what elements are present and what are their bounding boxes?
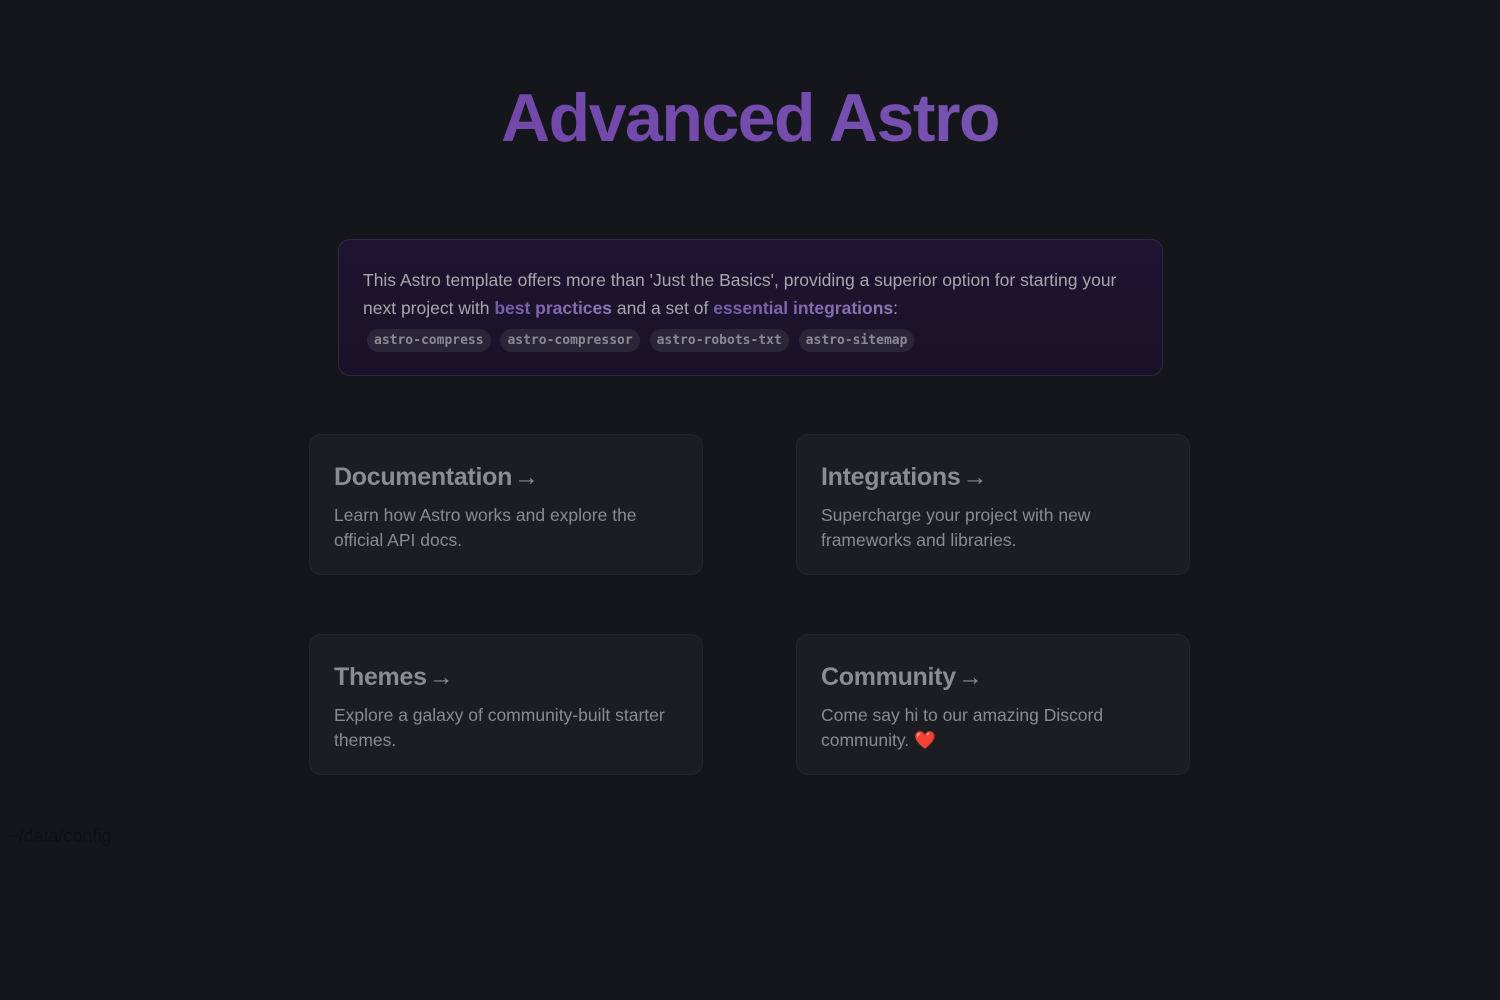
arrow-right-icon: →: [514, 463, 539, 491]
card-description-text: Come say hi to our amazing Discord commu…: [821, 705, 1104, 750]
card-description: Explore a galaxy of community-built star…: [334, 705, 665, 750]
card-description: Supercharge your project with new framew…: [821, 505, 1091, 550]
card-title: Integrations→: [821, 461, 1165, 493]
tag-astro-compressor: astro-compressor: [500, 329, 640, 352]
card-themes[interactable]: Themes→ Explore a galaxy of community-bu…: [309, 634, 703, 775]
card-description: Learn how Astro works and explore the of…: [334, 505, 637, 550]
card-title-label: Themes: [334, 663, 427, 691]
highlight-essential-integrations: essential integrations: [713, 298, 894, 318]
card-title: Themes→: [334, 661, 678, 693]
config-path-text: ~/data/config: [8, 826, 112, 846]
integration-tags: astro-compress astro-compressor astro-ro…: [363, 324, 1138, 352]
card-title: Community→: [821, 661, 1165, 693]
card-title: Documentation→: [334, 461, 678, 493]
page-title: Advanced Astro: [0, 80, 1500, 156]
highlight-best-practices: best practices: [494, 298, 613, 318]
card-title-label: Documentation: [334, 463, 513, 491]
instructions-text: This Astro template offers more than 'Ju…: [363, 266, 1138, 322]
page: Advanced Astro This Astro template offer…: [0, 0, 1500, 1000]
instructions-box: This Astro template offers more than 'Ju…: [338, 239, 1163, 376]
arrow-right-icon: →: [957, 663, 983, 691]
tag-astro-sitemap: astro-sitemap: [798, 329, 915, 352]
heart-icon: ❤️: [914, 730, 936, 750]
instructions-text-after: :: [893, 298, 898, 318]
card-description: Come say hi to our amazing Discord commu…: [821, 703, 1165, 753]
card-title-label: Integrations: [821, 463, 961, 491]
card-community[interactable]: Community→ Come say hi to our amazing Di…: [796, 634, 1190, 775]
card-title-label: Community: [821, 663, 956, 691]
card-integrations[interactable]: Integrations→ Supercharge your project w…: [796, 434, 1190, 575]
tag-astro-robots-txt: astro-robots-txt: [649, 329, 789, 352]
arrow-right-icon: →: [428, 663, 454, 691]
arrow-right-icon: →: [962, 463, 988, 491]
instructions-text-middle: and a set of: [612, 298, 714, 318]
card-documentation[interactable]: Documentation→ Learn how Astro works and…: [309, 434, 703, 575]
tag-astro-compress: astro-compress: [367, 329, 491, 352]
